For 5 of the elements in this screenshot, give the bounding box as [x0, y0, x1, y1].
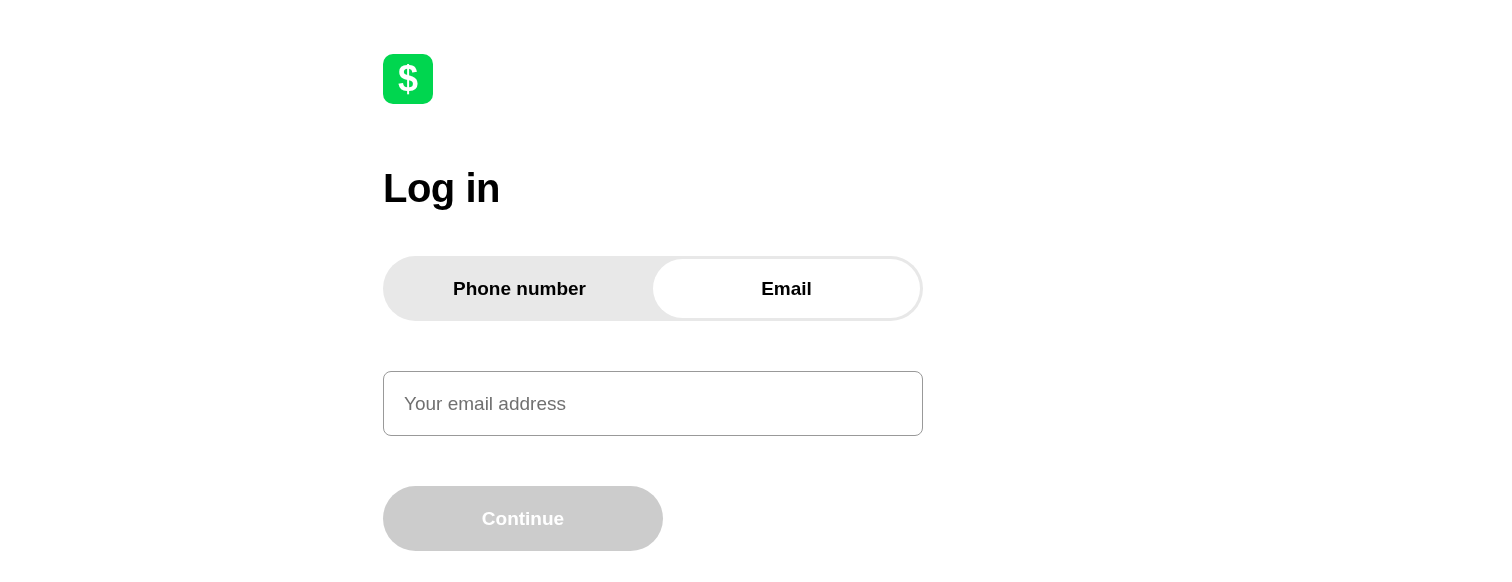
- login-method-tab[interactable]: Phone number: [386, 259, 653, 318]
- login-method-tab[interactable]: Email: [653, 259, 920, 318]
- page-heading: Log in: [383, 166, 501, 210]
- email-field[interactable]: Your email address: [383, 371, 923, 436]
- dollar-logo-icon: $: [383, 54, 433, 104]
